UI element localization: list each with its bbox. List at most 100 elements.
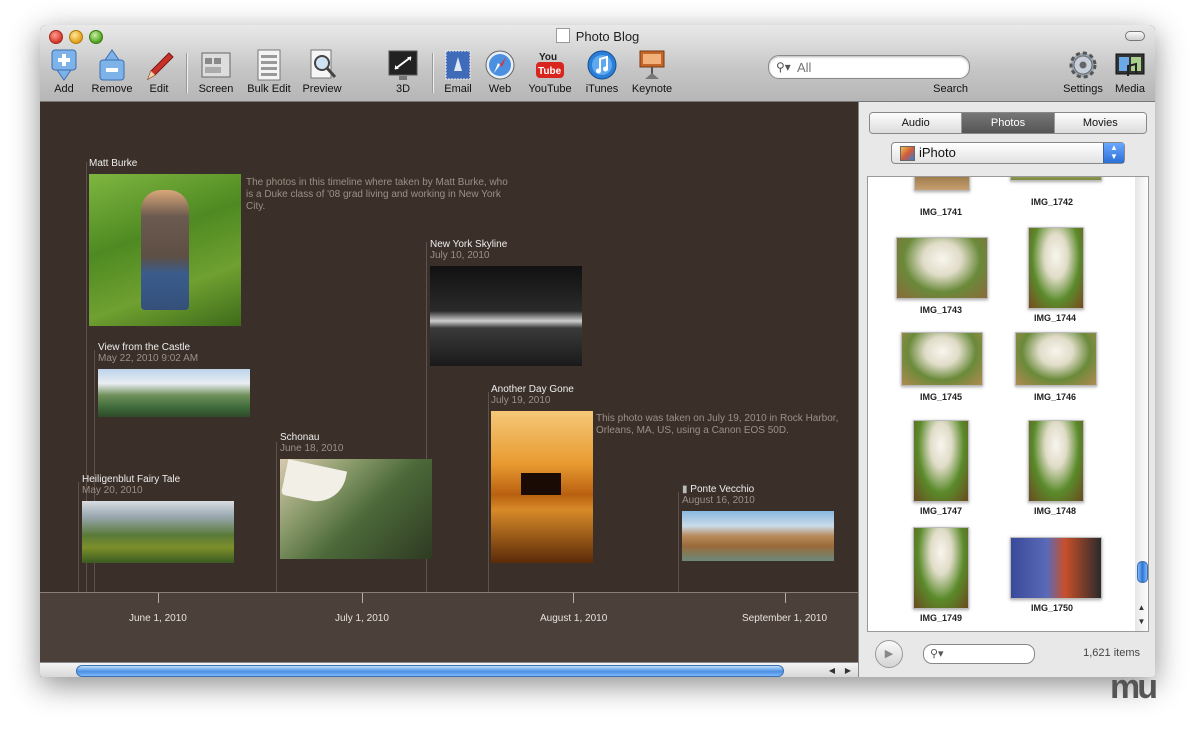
edit-button[interactable]: Edit xyxy=(142,49,176,97)
screen-button[interactable]: Screen xyxy=(196,49,236,97)
axis-tick xyxy=(362,593,363,603)
toolbar-toggle-button[interactable] xyxy=(1125,31,1145,41)
itunes-button[interactable]: iTunes xyxy=(582,49,622,97)
youtube-icon: You Tube xyxy=(534,49,566,81)
timeline-event-view-from-the-castle[interactable]: View from the Castle May 22, 2010 9:02 A… xyxy=(98,342,250,417)
photo-thumbnail[interactable]: IMG_1745 xyxy=(868,332,1002,412)
search-input[interactable] xyxy=(795,58,964,76)
media-search-field[interactable]: ⚲▾ xyxy=(923,644,1035,664)
photo-thumbnail[interactable]: IMG_1748 xyxy=(1002,420,1136,520)
timeline-view[interactable]: Matt Burke The photos in this timeline w… xyxy=(40,102,858,677)
timeline-event-matt-burke[interactable]: Matt Burke The photos in this timeline w… xyxy=(89,158,508,326)
timeline-event-new-york-skyline[interactable]: New York Skyline July 10, 2010 xyxy=(430,239,582,366)
tab-movies[interactable]: Movies xyxy=(1054,113,1146,133)
keynote-icon xyxy=(636,49,668,81)
timeline-event-ponte-vecchio[interactable]: ▮ Ponte Vecchio August 16, 2010 xyxy=(682,484,834,561)
photo-grid-scrollbar[interactable]: ▲ ▼ xyxy=(1135,176,1149,632)
photo-thumbnail[interactable]: IMG_1749 xyxy=(868,527,1002,627)
search-icon: ⚲▾ xyxy=(776,60,791,74)
media-browser-panel: Audio Photos Movies iPhoto ▲ ▼ IMG_1741 I… xyxy=(858,102,1155,677)
add-button[interactable]: Add xyxy=(46,49,82,97)
remove-icon xyxy=(96,49,128,81)
pencil-icon xyxy=(143,49,175,81)
event-photo[interactable] xyxy=(682,511,834,561)
itunes-icon xyxy=(586,49,618,81)
chevron-updown-icon: ▲ ▼ xyxy=(1103,143,1124,163)
window-title: Photo Blog xyxy=(40,28,1155,44)
boat-shape xyxy=(280,459,348,507)
tab-audio[interactable]: Audio xyxy=(870,113,963,133)
photo-thumbnail[interactable]: IMG_1741 xyxy=(868,177,1002,217)
axis-tick xyxy=(785,593,786,603)
vertical-scroll-thumb[interactable] xyxy=(1137,561,1148,583)
timeline-connector xyxy=(678,492,679,592)
tab-photos[interactable]: Photos xyxy=(962,113,1055,133)
compass-icon xyxy=(484,49,516,81)
photo-thumbnail[interactable]: IMG_1750 xyxy=(1002,537,1136,627)
person-silhouette xyxy=(141,190,189,310)
axis-label: July 1, 2010 xyxy=(335,613,389,624)
search-label: Search xyxy=(933,83,968,95)
media-button[interactable]: Media xyxy=(1110,49,1150,97)
photo-thumbnail[interactable]: IMG_1747 xyxy=(868,420,1002,520)
scroll-down-arrow-icon[interactable]: ▼ xyxy=(1135,615,1148,628)
add-icon xyxy=(48,49,80,81)
media-type-tabs: Audio Photos Movies xyxy=(869,112,1147,134)
play-icon: ▶ xyxy=(884,648,894,660)
bulk-edit-button[interactable]: Bulk Edit xyxy=(242,49,296,97)
photo-thumbnail[interactable]: IMG_1744 xyxy=(1002,227,1136,327)
timeline-connector xyxy=(276,442,277,592)
gear-icon xyxy=(1067,49,1099,81)
event-photo[interactable] xyxy=(98,369,250,417)
event-photo[interactable] xyxy=(430,266,582,366)
stamp-icon xyxy=(442,49,474,81)
horizontal-scrollbar[interactable]: ◀ ▶ xyxy=(40,662,858,677)
photo-grid[interactable]: IMG_1741 IMG_1742 IMG_1743 IMG_1744 IMG_… xyxy=(867,176,1137,632)
youtube-logo-tube: Tube xyxy=(538,66,562,77)
toolbar-separator xyxy=(186,53,187,93)
keynote-button[interactable]: Keynote xyxy=(628,49,676,97)
magnifier-icon xyxy=(306,49,338,81)
event-photo[interactable] xyxy=(491,411,593,563)
toolbar-search-field[interactable]: ⚲▾ xyxy=(768,55,970,79)
event-photo[interactable] xyxy=(82,501,234,563)
axis-label: June 1, 2010 xyxy=(129,613,187,624)
timeline-connector xyxy=(488,392,489,592)
scroll-right-arrow-icon[interactable]: ▶ xyxy=(842,664,854,677)
screen-icon xyxy=(200,49,232,81)
source-popup[interactable]: iPhoto ▲ ▼ xyxy=(891,142,1125,164)
photo-thumbnail[interactable]: IMG_1742 xyxy=(1002,177,1136,207)
event-photo[interactable] xyxy=(89,174,241,326)
photo-thumbnail[interactable]: IMG_1743 xyxy=(868,235,1002,325)
toolbar-separator xyxy=(432,53,433,93)
axis-label: September 1, 2010 xyxy=(742,613,828,624)
axis-tick xyxy=(573,593,574,603)
3d-button[interactable]: 3D xyxy=(386,49,420,97)
timeline-event-another-day-gone[interactable]: Another Day Gone July 19, 2010 This phot… xyxy=(491,384,838,563)
bulk-edit-icon xyxy=(253,49,285,81)
youtube-logo-you: You xyxy=(539,52,557,63)
watermark-logo: mu xyxy=(1110,668,1158,706)
timeline-event-heiligenblut-fairy-tale[interactable]: Heiligenblut Fairy Tale May 20, 2010 xyxy=(82,474,234,563)
iphoto-icon xyxy=(900,146,915,161)
email-button[interactable]: Email xyxy=(440,49,476,97)
event-photo[interactable] xyxy=(280,459,432,559)
horizontal-scroll-thumb[interactable] xyxy=(76,665,784,677)
youtube-button[interactable]: You Tube You Tube xyxy=(526,49,574,97)
settings-button[interactable]: Settings xyxy=(1060,49,1106,97)
remove-button[interactable]: Remove xyxy=(88,49,136,97)
photo-thumbnail[interactable]: IMG_1746 xyxy=(1002,332,1136,412)
document-icon xyxy=(555,28,570,43)
boat-silhouette xyxy=(521,473,561,495)
preview-button[interactable]: Preview xyxy=(300,49,344,97)
item-count: 1,621 items xyxy=(1083,647,1140,659)
play-button[interactable]: ▶ xyxy=(875,640,903,668)
search-icon: ⚲▾ xyxy=(930,648,944,660)
scroll-left-arrow-icon[interactable]: ◀ xyxy=(826,664,838,677)
media-icon xyxy=(1114,49,1146,81)
scroll-up-arrow-icon[interactable]: ▲ xyxy=(1135,601,1148,614)
axis-label: August 1, 2010 xyxy=(540,613,608,624)
timeline-event-schonau[interactable]: Schonau June 18, 2010 xyxy=(280,432,432,559)
web-button[interactable]: Web xyxy=(482,49,518,97)
timeline-axis: June 1, 2010 July 1, 2010 August 1, 2010… xyxy=(40,592,858,663)
